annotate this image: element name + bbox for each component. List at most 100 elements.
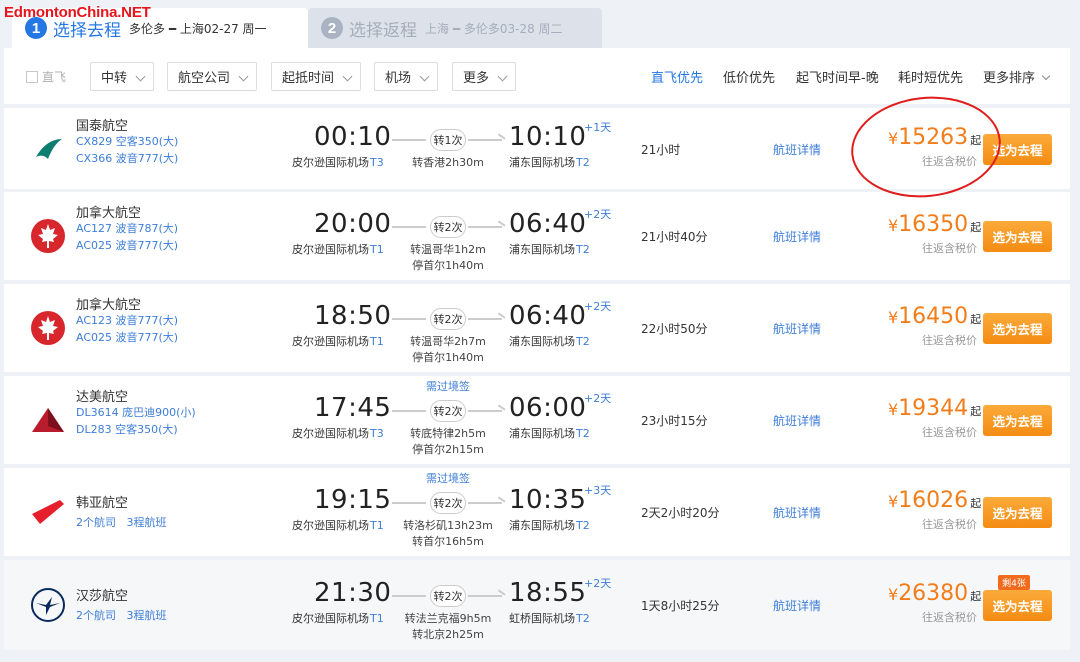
more-dropdown[interactable]: 更多 [452,62,516,91]
arrival-airport: 浦东国际机场T2 [509,333,590,349]
terminal: T1 [370,612,384,625]
terminal: T2 [576,155,590,169]
flight-details-link[interactable]: 航班详情 [773,412,821,429]
select-outbound-button[interactable]: 选为去程 [983,590,1052,621]
transfer-count-badge[interactable]: 转2次 [430,216,466,238]
airport-name: 浦东国际机场 [509,243,575,256]
filter-bar: 直飞 中转 航空公司 起抵时间 机场 更多 直飞优先 低价优先 起飞时间早-晚 … [4,48,1070,104]
transfer-count-badge[interactable]: 转2次 [430,308,466,330]
flight-number[interactable]: CX829 空客350(大) [76,133,178,149]
day-offset: +2天 [584,300,612,313]
flight-row: 韩亚航空 2个航司 3程航班 19:15 皮尔逊国际机场T1 需过境签 转2次 … [4,468,1070,556]
transit-visa-note[interactable]: 需过境签 [392,378,504,394]
currency-symbol: ¥ [888,308,899,327]
sort-shortest-duration[interactable]: 耗时短优先 [898,67,963,86]
transfer-count-badge[interactable]: 转2次 [430,492,466,514]
flight-duration: 21小时40分 [641,230,708,244]
route-line: 转2次 [392,308,506,330]
carrier-info[interactable]: 2个航司 3程航班 [76,514,167,530]
arrival-time: 18:55 [509,578,587,608]
flight-details-link[interactable]: 航班详情 [773,141,821,158]
terminal: T2 [576,519,590,532]
price-from-label: 起 [970,405,982,418]
chevron-down-icon [419,71,430,82]
flight-details-link[interactable]: 航班详情 [773,597,821,614]
airport-dropdown[interactable]: 机场 [374,62,438,91]
select-outbound-button[interactable]: 选为去程 [983,221,1052,252]
arrival-airport: 浦东国际机场T2 [509,241,590,257]
arrival-airport: 浦东国际机场T2 [509,154,590,170]
flight-details-link[interactable]: 航班详情 [773,320,821,337]
flight-number[interactable]: AC025 波音777(大) [76,329,178,345]
flight-duration: 21小时 [641,142,681,157]
departure-time: 17:45 [314,393,392,423]
dropdown-label: 航空公司 [178,71,231,86]
flight-number[interactable]: DL3614 庞巴迪900(小) [76,404,196,420]
chevron-down-icon [135,71,146,82]
arrival-time: 06:00 [509,393,587,423]
transfer-count-badge[interactable]: 转2次 [430,585,466,607]
airline-dropdown[interactable]: 航空公司 [167,62,257,91]
sort-more[interactable]: 更多排序 [983,67,1051,86]
time-dropdown[interactable]: 起抵时间 [271,62,361,91]
tab-route: 多伦多 ━ 上海02-27 周一 [129,21,267,36]
flight-number[interactable]: AC123 波音777(大) [76,312,178,328]
direct-only-label: 直飞 [42,70,67,84]
sort-direct-first[interactable]: 直飞优先 [651,67,703,86]
tab-label: 选择返程 [349,20,417,41]
transfer-count-badge[interactable]: 转2次 [430,400,466,422]
route-line-left [392,410,426,412]
layover-2: 停首尔2h15m [412,443,484,456]
delta-logo-icon [30,402,66,438]
direct-only-checkbox[interactable]: 直飞 [26,68,66,85]
flight-number[interactable]: AC127 波音787(大) [76,220,178,236]
select-outbound-button[interactable]: 选为去程 [983,405,1052,436]
day-offset: +2天 [584,208,612,221]
price: ¥15263 起 [888,125,981,150]
flight-number[interactable]: CX366 波音777(大) [76,150,178,166]
route-line-left [392,318,426,320]
flight-duration: 22小时50分 [641,322,708,336]
price-from-label: 起 [970,133,982,147]
terminal: T3 [370,155,384,169]
select-outbound-button[interactable]: 选为去程 [983,133,1052,165]
checkbox-icon [26,70,38,83]
route-line: 转2次 [392,400,506,422]
sort-lowest-price[interactable]: 低价优先 [723,67,775,86]
transfer-count-badge[interactable]: 转1次 [430,128,466,151]
tab-return[interactable]: 2 选择返程 上海 ━ 多伦多03-28 周二 [308,8,602,48]
flight-details-link[interactable]: 航班详情 [773,504,821,521]
departure-time: 21:30 [314,578,392,608]
transfer-dropdown[interactable]: 中转 [90,62,154,91]
chevron-down-icon [342,71,353,82]
flight-row: 汉莎航空 2个航司 3程航班 21:30 皮尔逊国际机场T1 转2次 转法兰克福… [4,560,1070,650]
route-line: 转2次 [392,216,506,238]
currency-symbol: ¥ [888,585,899,604]
day-offset: +3天 [584,484,612,497]
tab-route: 上海 ━ 多伦多03-28 周二 [425,21,563,36]
carrier-info[interactable]: 2个航司 3程航班 [76,607,167,623]
arrival-airport: 虹桥国际机场T2 [509,610,590,626]
arrival-time: 06:40 [509,209,587,239]
flight-row: 达美航空 DL3614 庞巴迪900(小) DL283 空客350(大) 17:… [4,376,1070,464]
flight-details-link[interactable]: 航班详情 [773,228,821,245]
departure-time: 19:15 [314,485,392,515]
flight-number[interactable]: AC025 波音777(大) [76,237,178,253]
carriers-count: 2个航司 [76,516,116,529]
flight-duration: 2天2小时20分 [641,506,720,520]
price-value: 16026 [898,488,969,513]
select-outbound-button[interactable]: 选为去程 [983,497,1052,528]
price: ¥16026 起 [888,488,981,513]
flight-duration: 1天8小时25分 [641,599,720,613]
arrow-icon [494,132,506,145]
transit-visa-note[interactable]: 需过境签 [392,470,504,486]
flight-duration: 23小时15分 [641,414,708,428]
arrival-time: 10:10 [509,121,587,152]
sort-departure-time[interactable]: 起飞时间早-晚 [796,67,879,86]
price-tax-note: 往返含税价 [922,426,977,439]
select-outbound-button[interactable]: 选为去程 [983,313,1052,344]
route-line-left [392,138,426,141]
flight-number[interactable]: DL283 空客350(大) [76,421,178,437]
flight-row: 国泰航空 CX829 空客350(大) CX366 波音777(大) 00:10… [4,108,1070,189]
air-canada-logo-icon [30,218,66,254]
